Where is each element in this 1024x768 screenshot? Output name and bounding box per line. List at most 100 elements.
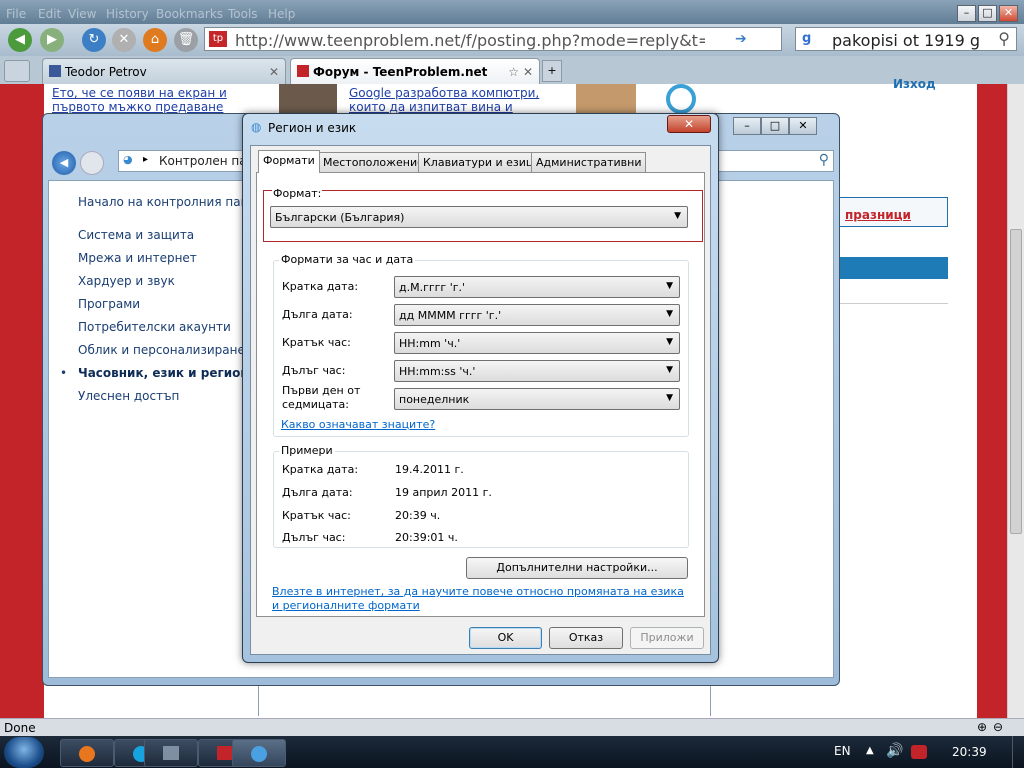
dropdown-arrow-icon: ▼ (666, 393, 673, 403)
cp-nav-item[interactable]: Програми (78, 297, 140, 311)
cp-nav-item[interactable]: Хардуер и звук (78, 274, 175, 288)
forward-icon[interactable]: ▶ (40, 28, 64, 52)
facebook-icon (49, 65, 61, 77)
format-select-value: Български (България) (275, 211, 405, 224)
page-border-left (0, 84, 44, 718)
google-icon[interactable]: g (802, 31, 820, 47)
dropdown-arrow-icon: ▼ (666, 337, 673, 347)
chevron-right-icon[interactable]: ▸ (143, 154, 148, 165)
ok-button[interactable]: OK (469, 627, 542, 649)
page-scrollbar[interactable] (1007, 84, 1024, 718)
maximize-icon[interactable]: □ (978, 5, 997, 22)
go-arrow-icon[interactable]: ➔ (735, 31, 747, 47)
page-frame-line (710, 686, 711, 716)
status-text: Done (4, 721, 36, 735)
apply-button[interactable]: Приложи (630, 627, 704, 649)
forum-favicon-icon (297, 65, 309, 77)
menu-tools[interactable]: Tools (228, 7, 258, 21)
cp-nav-item[interactable]: Улеснен достъп (78, 389, 179, 403)
menu-view[interactable]: View (68, 7, 96, 21)
reload-icon[interactable]: ↻ (82, 28, 106, 52)
field-select[interactable]: НН:mm 'ч.' ▼ (394, 332, 680, 354)
language-indicator[interactable]: EN (834, 744, 851, 758)
zoom-out-icon[interactable]: ⊖ (993, 720, 1003, 734)
example-value: 19 април 2011 г. (395, 486, 492, 499)
additional-settings-button[interactable]: Допълнителни настройки... (466, 557, 688, 579)
scrollbar-thumb[interactable] (1010, 229, 1022, 534)
divider (838, 303, 948, 304)
dropdown-arrow-icon: ▼ (674, 211, 681, 221)
format-select[interactable]: Български (България) ▼ (270, 206, 688, 228)
field-select[interactable]: дд ММММ гггг 'г.' ▼ (394, 304, 680, 326)
cp-nav-item[interactable]: Начало на контролния панел (78, 195, 264, 209)
field-select[interactable]: НН:mm:ss 'ч.' ▼ (394, 360, 680, 382)
volume-icon[interactable]: 🔊 (886, 743, 903, 759)
cp-nav-item[interactable]: Облик и персонализиране (78, 343, 245, 357)
cp-back-icon[interactable]: ◀ (52, 151, 76, 175)
tab-administrative[interactable]: Административни (531, 152, 647, 172)
home-icon[interactable]: ⌂ (143, 28, 167, 52)
tray-app-icon[interactable] (911, 745, 927, 759)
cp-search-icon[interactable]: ⚲ (819, 152, 829, 168)
close-tab-icon[interactable]: ✕ (269, 65, 279, 79)
field-label: Кратка дата: (282, 280, 359, 293)
clock[interactable]: 20:39 (952, 745, 987, 759)
cancel-button[interactable]: Отказ (549, 627, 623, 649)
holidays-link[interactable]: празници (845, 208, 911, 222)
news-thumbnail-1[interactable] (279, 84, 337, 114)
cp-nav-item[interactable]: Мрежа и интернет (78, 251, 197, 265)
minimize-icon[interactable]: – (957, 5, 976, 22)
cp-nav-item[interactable]: Потребителски акаунти (78, 320, 231, 334)
cp-nav-item[interactable]: Система и защита (78, 228, 194, 242)
symbols-link[interactable]: Какво означават знаците? (281, 418, 435, 431)
field-label: Кратък час: (282, 336, 351, 349)
zoom-in-icon[interactable]: ⊕ (977, 720, 987, 734)
show-desktop-button[interactable] (1012, 736, 1024, 768)
news-link-1[interactable]: Ето, че се появи на екран и първото мъжк… (52, 86, 274, 114)
control-panel-icon (251, 746, 267, 762)
search-icon[interactable]: ⚲ (998, 29, 1010, 48)
examples-group-title: Примери (279, 444, 335, 457)
menu-file[interactable]: File (6, 7, 26, 21)
menu-history[interactable]: History (106, 7, 149, 21)
close-icon[interactable]: ✕ (999, 5, 1018, 22)
tray-arrow-icon[interactable]: ▲ (866, 745, 874, 756)
close-tab-icon[interactable]: ✕ (523, 65, 533, 79)
maximize-icon[interactable]: □ (761, 117, 789, 135)
tab-forum[interactable]: Форум - TeenProblem.net ☆ ✕ (290, 58, 540, 84)
field-select[interactable]: понеделник ▼ (394, 388, 680, 410)
example-label: Дълъг час: (282, 531, 346, 544)
taskbar-app[interactable] (144, 739, 198, 767)
start-button[interactable] (4, 737, 44, 768)
star-icon[interactable]: ☆ (508, 65, 519, 79)
trash-icon[interactable]: 🗑 (174, 28, 198, 52)
cp-forward-icon[interactable] (80, 151, 104, 175)
tab-list-icon[interactable] (4, 60, 30, 82)
info-link[interactable]: Влезте в интернет, за да научите повече … (272, 585, 692, 613)
search-bar[interactable]: g pakopisi ot 1919 g ⚲ (795, 27, 1017, 51)
tab-facebook[interactable]: Teodor Petrov ✕ (42, 58, 286, 84)
stop-icon[interactable]: ✕ (112, 28, 136, 52)
menu-bookmarks[interactable]: Bookmarks (156, 7, 223, 21)
back-icon[interactable]: ◀ (8, 28, 32, 52)
field-select-value: НН:mm:ss 'ч.' (399, 365, 476, 378)
new-tab-button[interactable]: + (542, 60, 562, 82)
minimize-icon[interactable]: – (733, 117, 761, 135)
cp-nav-item[interactable]: Часовник, език и регион (78, 366, 249, 380)
example-label: Кратка дата: (282, 463, 359, 476)
url-bar[interactable]: tp http://www.teenproblem.net/f/posting.… (204, 27, 782, 51)
taskbar-control-panel[interactable] (232, 739, 286, 767)
menu-help[interactable]: Help (268, 7, 295, 21)
news-thumbnail-2[interactable] (576, 84, 636, 114)
dialog-close-icon[interactable]: ✕ (667, 115, 711, 133)
tab-formats[interactable]: Формати (258, 150, 320, 173)
dropdown-arrow-icon: ▼ (666, 309, 673, 319)
tab-location[interactable]: Местоположение (318, 152, 429, 172)
example-label: Дълга дата: (282, 486, 353, 499)
field-select[interactable]: д.М.гггг 'г.' ▼ (394, 276, 680, 298)
close-icon[interactable]: ✕ (789, 117, 817, 135)
menu-edit[interactable]: Edit (38, 7, 61, 21)
exit-link[interactable]: Изход (893, 77, 936, 91)
tab-keyboards[interactable]: Клавиатури и езици (418, 152, 546, 172)
taskbar-firefox[interactable] (60, 739, 114, 767)
